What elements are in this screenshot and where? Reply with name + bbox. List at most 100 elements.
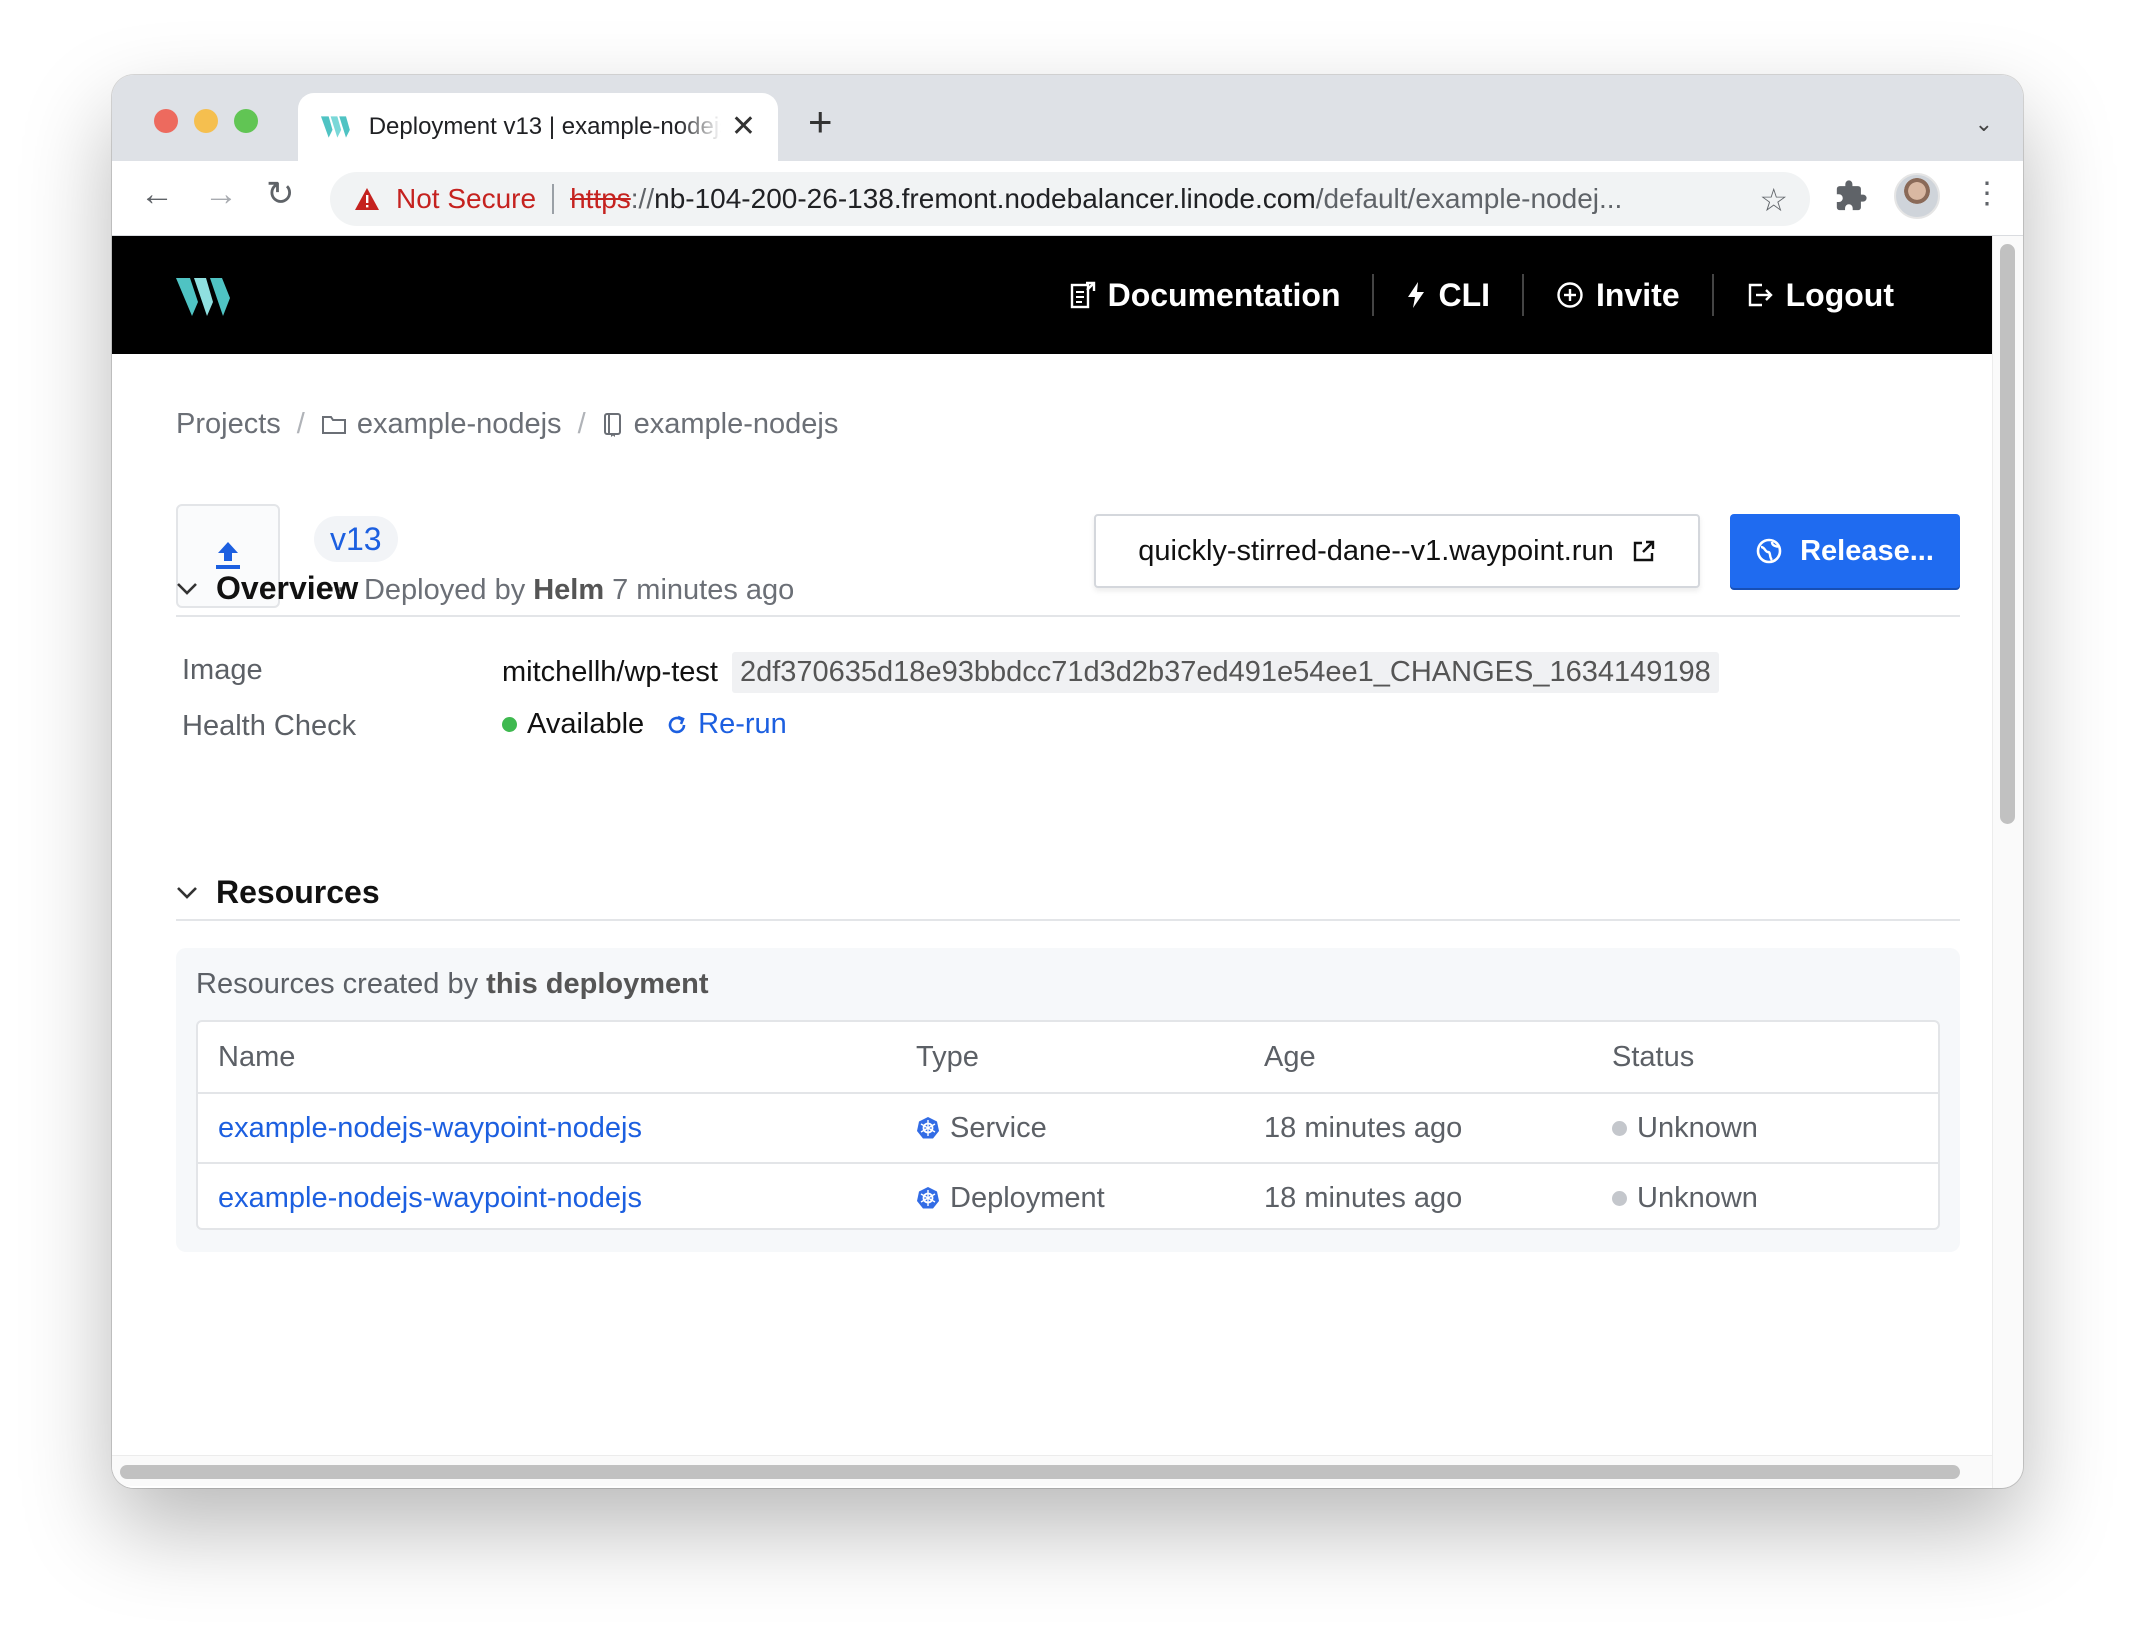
- column-header-name: Name: [218, 1040, 296, 1073]
- deployed-by-prefix: Deployed by: [363, 574, 526, 606]
- app-nav: Documentation CLI Invite Logout: [1038, 236, 1926, 354]
- kubernetes-icon: [917, 1117, 939, 1139]
- forward-arrow-icon[interactable]: →: [204, 177, 238, 211]
- unknown-status-dot: [1612, 1190, 1627, 1206]
- breadcrumb-project[interactable]: example-nodejs: [321, 408, 562, 441]
- waypoint-favicon-icon: [320, 116, 350, 138]
- nav-invite-label: Invite: [1596, 276, 1680, 313]
- resources-caption-bold: this deployment: [486, 968, 709, 1000]
- url-host: nb-104-200-26-138.fremont.nodebalancer.l…: [654, 183, 1316, 214]
- health-check-label: Health Check: [182, 710, 357, 742]
- browser-tab[interactable]: Deployment v13 | example-nodejs ✕: [298, 93, 778, 161]
- resource-type-label: Deployment: [950, 1181, 1105, 1214]
- column-header-type: Type: [916, 1040, 979, 1073]
- nav-documentation-label: Documentation: [1107, 276, 1341, 313]
- browser-toolbar: ← → ↻ Not Secure https :// nb-104-200-26…: [112, 161, 2023, 236]
- overview-section-toggle[interactable]: Overview: [176, 570, 358, 607]
- logout-icon: [1748, 283, 1773, 307]
- maximize-window-button[interactable]: [234, 109, 258, 133]
- health-status: Available: [527, 708, 645, 740]
- page-viewport: Documentation CLI Invite Logout Projects…: [112, 236, 1992, 1488]
- resources-panel: Resources created by this deployment Nam…: [176, 948, 1960, 1252]
- new-tab-button[interactable]: +: [808, 101, 833, 143]
- app-header: Documentation CLI Invite Logout: [112, 236, 1992, 354]
- close-window-button[interactable]: [154, 109, 178, 133]
- nav-documentation[interactable]: Documentation: [1038, 277, 1373, 314]
- nav-cli-label: CLI: [1438, 276, 1491, 313]
- chevron-down-icon[interactable]: ⌄: [1975, 111, 1993, 137]
- reload-icon[interactable]: ↻: [266, 177, 295, 211]
- resource-type: Service: [916, 1112, 1047, 1145]
- document-icon: [1070, 281, 1095, 309]
- column-header-status: Status: [1612, 1040, 1695, 1073]
- resources-divider: [176, 919, 1960, 921]
- resources-title: Resources: [216, 874, 380, 910]
- vertical-scrollbar[interactable]: [1992, 236, 2023, 1488]
- url-path: /default/example-nodej...: [1315, 183, 1623, 214]
- refresh-icon: [668, 715, 686, 733]
- rerun-button[interactable]: Re-run: [666, 708, 787, 741]
- horizontal-scrollbar-thumb[interactable]: [120, 1465, 1960, 1479]
- resources-caption-prefix: Resources created by: [196, 968, 479, 1000]
- deployment-meta: ··· Deployed by Helm 7 minutes ago: [316, 574, 794, 607]
- breadcrumb-app[interactable]: example-nodejs: [602, 408, 839, 441]
- kubernetes-icon: [917, 1187, 939, 1209]
- url-scheme: https: [570, 183, 631, 214]
- breadcrumb: Projects / example-nodejs / example-node…: [176, 408, 838, 441]
- tab-strip: Deployment v13 | example-nodejs ✕ + ⌄: [112, 75, 2023, 161]
- resource-status: Unknown: [1612, 1182, 1758, 1215]
- address-bar[interactable]: Not Secure https :// nb-104-200-26-138.f…: [330, 172, 1810, 226]
- release-button[interactable]: Release...: [1730, 514, 1960, 588]
- overview-divider: [176, 615, 1960, 617]
- breadcrumb-app-label: example-nodejs: [633, 408, 839, 440]
- breadcrumb-project-label: example-nodejs: [356, 408, 562, 440]
- external-link-icon: [1633, 540, 1654, 562]
- warning-icon: [355, 188, 379, 210]
- minimize-window-button[interactable]: [194, 109, 218, 133]
- breadcrumb-separator: /: [577, 408, 586, 440]
- resource-type: Deployment: [916, 1182, 1105, 1215]
- resource-status: Unknown: [1612, 1112, 1758, 1145]
- image-name: mitchellh/wp-test: [502, 656, 718, 688]
- deployed-by-name: Helm: [533, 574, 605, 606]
- deployment-url-button[interactable]: quickly-stirred-dane--v1.waypoint.run: [1094, 514, 1700, 588]
- resource-age: 18 minutes ago: [1264, 1181, 1463, 1214]
- resources-section-toggle[interactable]: Resources: [176, 874, 380, 911]
- vertical-scrollbar-thumb[interactable]: [2000, 244, 2015, 824]
- nav-invite[interactable]: Invite: [1524, 277, 1712, 314]
- resource-age: 18 minutes ago: [1264, 1111, 1463, 1144]
- chevron-down-icon: [177, 886, 197, 899]
- overview-title: Overview: [216, 570, 359, 606]
- image-value: mitchellh/wp-test 2df370635d18e93bbdcc71…: [502, 652, 1719, 693]
- horizontal-scrollbar[interactable]: [112, 1455, 1992, 1486]
- table-header-row: Name Type Age Status: [198, 1022, 1938, 1092]
- rerun-label: Re-run: [698, 708, 787, 740]
- image-tag: 2df370635d18e93bbdcc71d3d2b37ed491e54ee1…: [731, 652, 1719, 693]
- extensions-puzzle-icon[interactable]: [1834, 179, 1868, 213]
- breadcrumb-projects[interactable]: Projects: [176, 408, 281, 441]
- back-arrow-icon[interactable]: ←: [140, 177, 174, 211]
- version-badge: v13: [314, 516, 398, 562]
- table-row: example-nodejs-waypoint-nodejs Deploymen…: [198, 1162, 1938, 1232]
- nav-logout[interactable]: Logout: [1714, 277, 1926, 314]
- tab-close-icon[interactable]: ✕: [731, 112, 756, 142]
- profile-avatar[interactable]: [1894, 173, 1940, 219]
- resource-name-link[interactable]: example-nodejs-waypoint-nodejs: [218, 1112, 642, 1145]
- column-header-age: Age: [1264, 1040, 1316, 1073]
- available-status-dot: [502, 717, 517, 732]
- resources-caption: Resources created by this deployment: [196, 968, 709, 1001]
- bookmark-star-icon[interactable]: ☆: [1759, 181, 1788, 219]
- image-label: Image: [182, 654, 263, 686]
- waypoint-logo-icon[interactable]: [176, 276, 234, 318]
- globe-icon: [1756, 538, 1782, 564]
- resource-name-link[interactable]: example-nodejs-waypoint-nodejs: [218, 1182, 642, 1215]
- unknown-status-dot: [1612, 1120, 1627, 1136]
- lightning-icon: [1408, 282, 1425, 308]
- table-row: example-nodejs-waypoint-nodejs Service 1…: [198, 1092, 1938, 1162]
- upload-icon: [216, 542, 240, 569]
- resources-table: Name Type Age Status example-nodejs-wayp…: [196, 1020, 1940, 1230]
- omnibox-divider: [552, 184, 555, 214]
- more-menu-icon[interactable]: ⋮: [1972, 179, 2002, 209]
- nav-cli[interactable]: CLI: [1374, 277, 1522, 314]
- folder-icon: [321, 415, 346, 434]
